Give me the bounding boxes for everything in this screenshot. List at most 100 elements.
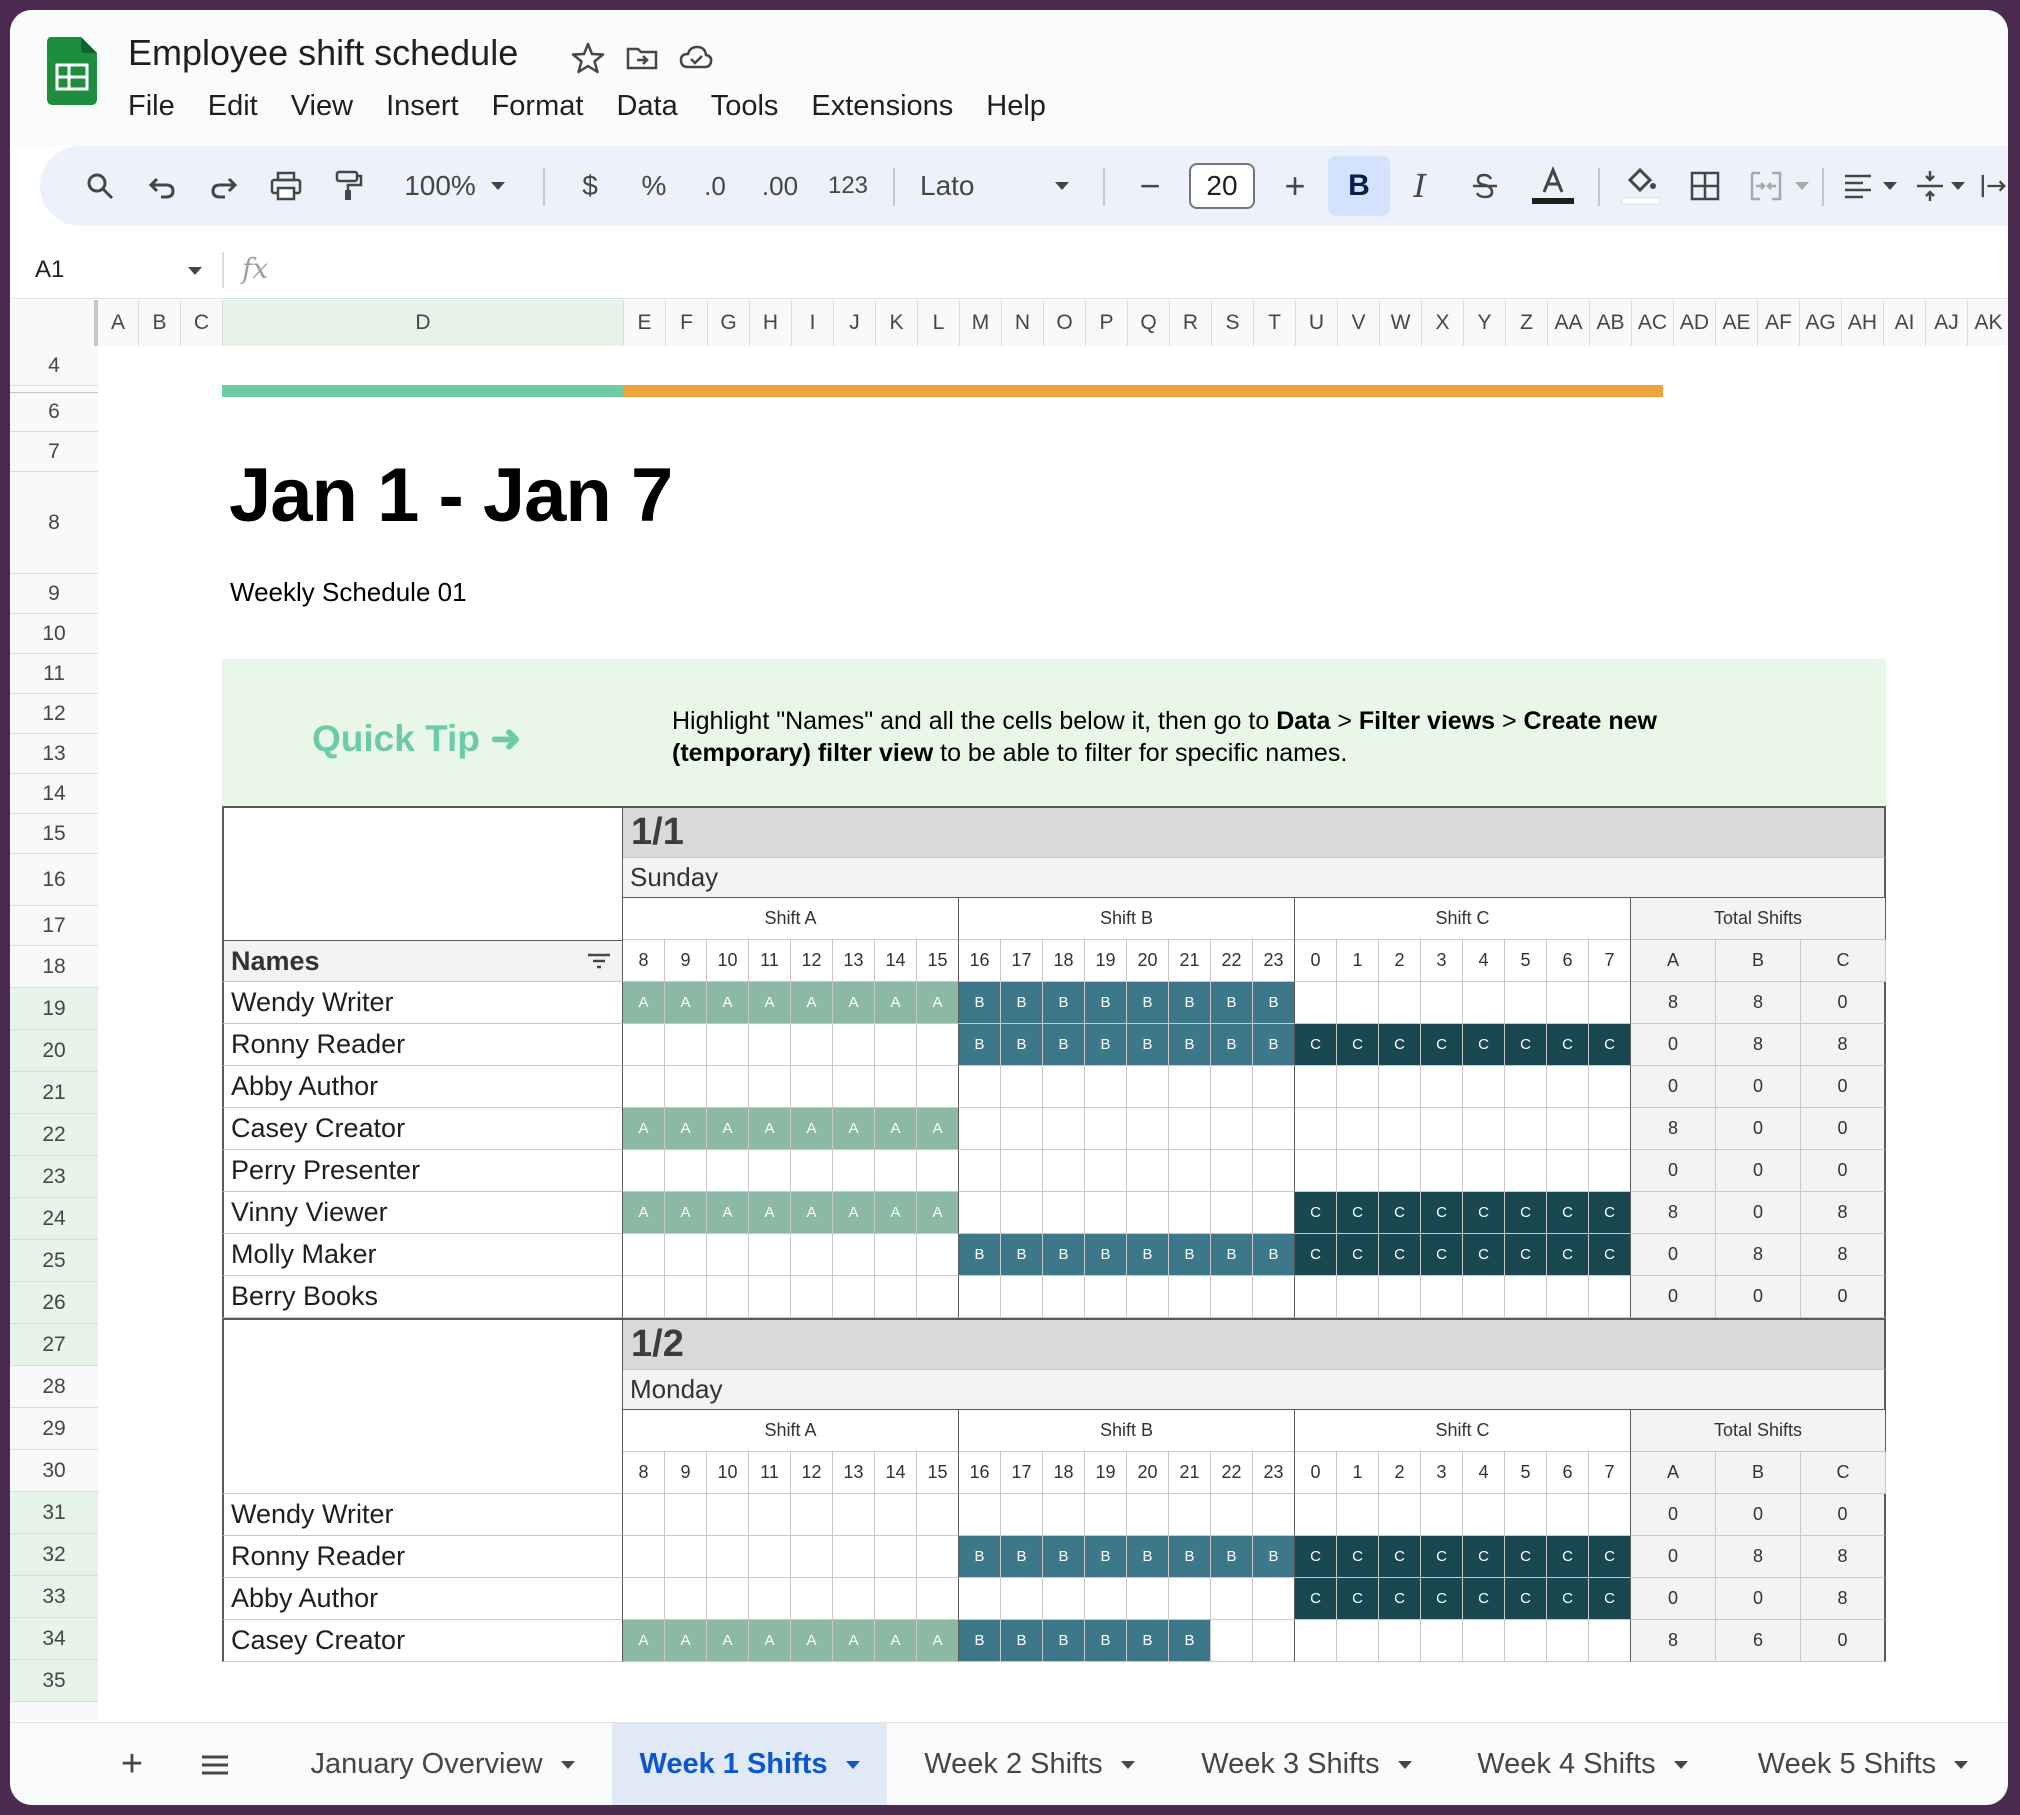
- total-cell[interactable]: 0: [1631, 1276, 1716, 1318]
- shift-cell-a[interactable]: A: [917, 1108, 959, 1150]
- shift-label-3[interactable]: Shift C: [1295, 1410, 1631, 1452]
- row-header-12[interactable]: 12: [10, 694, 98, 734]
- employee-name[interactable]: Perry Presenter: [222, 1150, 623, 1192]
- column-header-p[interactable]: P: [1086, 300, 1128, 346]
- column-header-f[interactable]: F: [666, 300, 708, 346]
- empty-cell[interactable]: [1211, 1066, 1253, 1108]
- column-header-ab[interactable]: AB: [1590, 300, 1632, 346]
- empty-cell[interactable]: [749, 1234, 791, 1276]
- shift-label-4[interactable]: Total Shifts: [1631, 898, 1886, 940]
- empty-cell[interactable]: [791, 1578, 833, 1620]
- shift-cell-b[interactable]: B: [1169, 982, 1211, 1024]
- shift-cell-c[interactable]: C: [1421, 1234, 1463, 1276]
- shift-cell-b[interactable]: B: [1169, 1234, 1211, 1276]
- empty-cell[interactable]: [1295, 1494, 1337, 1536]
- empty-cell[interactable]: [959, 1150, 1001, 1192]
- menu-file[interactable]: File: [128, 90, 175, 123]
- cloud-saved-icon[interactable]: [678, 40, 714, 76]
- row-header-24[interactable]: 24: [10, 1198, 98, 1240]
- total-cell[interactable]: 0: [1716, 1150, 1801, 1192]
- empty-cell[interactable]: [1043, 1276, 1085, 1318]
- column-header-o[interactable]: O: [1044, 300, 1086, 346]
- hour-header[interactable]: 13: [833, 940, 875, 982]
- column-header-x[interactable]: X: [1422, 300, 1464, 346]
- shift-cell-b[interactable]: B: [959, 1234, 1001, 1276]
- empty-cell[interactable]: [791, 1494, 833, 1536]
- empty-cell[interactable]: [1211, 1578, 1253, 1620]
- empty-cell[interactable]: [623, 1150, 665, 1192]
- fill-color-icon[interactable]: [1618, 146, 1664, 226]
- shift-cell-c[interactable]: C: [1463, 1578, 1505, 1620]
- shift-cell-a[interactable]: A: [917, 1620, 959, 1662]
- empty-cell[interactable]: [1253, 1108, 1295, 1150]
- shift-cell-b[interactable]: B: [1001, 1234, 1043, 1276]
- empty-cell[interactable]: [1169, 1192, 1211, 1234]
- shift-cell-c[interactable]: C: [1547, 1024, 1589, 1066]
- empty-cell[interactable]: [1085, 1276, 1127, 1318]
- empty-cell[interactable]: [1547, 1066, 1589, 1108]
- total-cell[interactable]: 8: [1716, 1234, 1801, 1276]
- currency-format-button[interactable]: $: [570, 146, 610, 226]
- column-header-e[interactable]: E: [624, 300, 666, 346]
- shift-cell-a[interactable]: A: [665, 1108, 707, 1150]
- employee-name[interactable]: Wendy Writer: [222, 982, 623, 1024]
- empty-cell[interactable]: [791, 1150, 833, 1192]
- empty-cell[interactable]: [1379, 1494, 1421, 1536]
- column-header-ak[interactable]: AK: [1968, 300, 2008, 346]
- shift-cell-c[interactable]: C: [1463, 1192, 1505, 1234]
- empty-cell[interactable]: [623, 1578, 665, 1620]
- shift-cell-a[interactable]: A: [875, 982, 917, 1024]
- shift-label-2[interactable]: Shift B: [959, 1410, 1295, 1452]
- shift-cell-c[interactable]: C: [1295, 1536, 1337, 1578]
- hour-header[interactable]: 19: [1085, 1452, 1127, 1494]
- row-header-9[interactable]: 9: [10, 574, 98, 614]
- shift-cell-a[interactable]: A: [623, 1108, 665, 1150]
- empty-cell[interactable]: [1547, 1108, 1589, 1150]
- empty-cell[interactable]: [707, 1578, 749, 1620]
- row-header-13[interactable]: 13: [10, 734, 98, 774]
- shift-label-2[interactable]: Shift B: [959, 898, 1295, 940]
- shift-cell-c[interactable]: C: [1547, 1192, 1589, 1234]
- shift-cell-b[interactable]: B: [959, 1024, 1001, 1066]
- column-header-b[interactable]: B: [139, 300, 181, 346]
- shift-cell-b[interactable]: B: [1085, 1536, 1127, 1578]
- align-chevron-down-icon[interactable]: [1880, 146, 1900, 226]
- day-weekday[interactable]: Monday: [623, 1370, 1886, 1410]
- shift-cell-a[interactable]: A: [707, 1108, 749, 1150]
- shift-cell-c[interactable]: C: [1505, 1024, 1547, 1066]
- total-cell[interactable]: 0: [1631, 1578, 1716, 1620]
- empty-cell[interactable]: [749, 1494, 791, 1536]
- shift-cell-c[interactable]: C: [1421, 1192, 1463, 1234]
- decrease-font-size-icon[interactable]: −: [1130, 146, 1170, 226]
- empty-cell[interactable]: [1085, 1108, 1127, 1150]
- empty-cell[interactable]: [1211, 1150, 1253, 1192]
- row-header-7[interactable]: 7: [10, 432, 98, 472]
- empty-cell[interactable]: [1463, 1494, 1505, 1536]
- shift-label-3[interactable]: Shift C: [1295, 898, 1631, 940]
- hour-header[interactable]: 22: [1211, 940, 1253, 982]
- total-cell[interactable]: 0: [1631, 1234, 1716, 1276]
- total-cell[interactable]: 0: [1801, 982, 1886, 1024]
- hour-header[interactable]: 11: [749, 940, 791, 982]
- employee-name[interactable]: Ronny Reader: [222, 1024, 623, 1066]
- empty-cell[interactable]: [1505, 1494, 1547, 1536]
- hour-header[interactable]: 23: [1253, 940, 1295, 982]
- filter-icon[interactable]: [586, 949, 612, 980]
- row-header-28[interactable]: 28: [10, 1366, 98, 1408]
- total-cell[interactable]: 0: [1801, 1494, 1886, 1536]
- empty-cell[interactable]: [1085, 1578, 1127, 1620]
- paint-format-icon[interactable]: [328, 146, 368, 226]
- row-header-11[interactable]: 11: [10, 654, 98, 694]
- all-sheets-menu-icon[interactable]: [195, 1723, 235, 1805]
- empty-cell[interactable]: [1001, 1150, 1043, 1192]
- sheets-logo-icon[interactable]: [47, 37, 97, 105]
- menu-edit[interactable]: Edit: [208, 90, 258, 123]
- empty-cell[interactable]: [1295, 1150, 1337, 1192]
- empty-cell[interactable]: [665, 1150, 707, 1192]
- empty-cell[interactable]: [875, 1494, 917, 1536]
- zoom-select[interactable]: 100%: [400, 146, 480, 226]
- empty-cell[interactable]: [1043, 1578, 1085, 1620]
- empty-cell[interactable]: [1463, 1066, 1505, 1108]
- hour-header[interactable]: 15: [917, 940, 959, 982]
- empty-cell[interactable]: [1547, 1620, 1589, 1662]
